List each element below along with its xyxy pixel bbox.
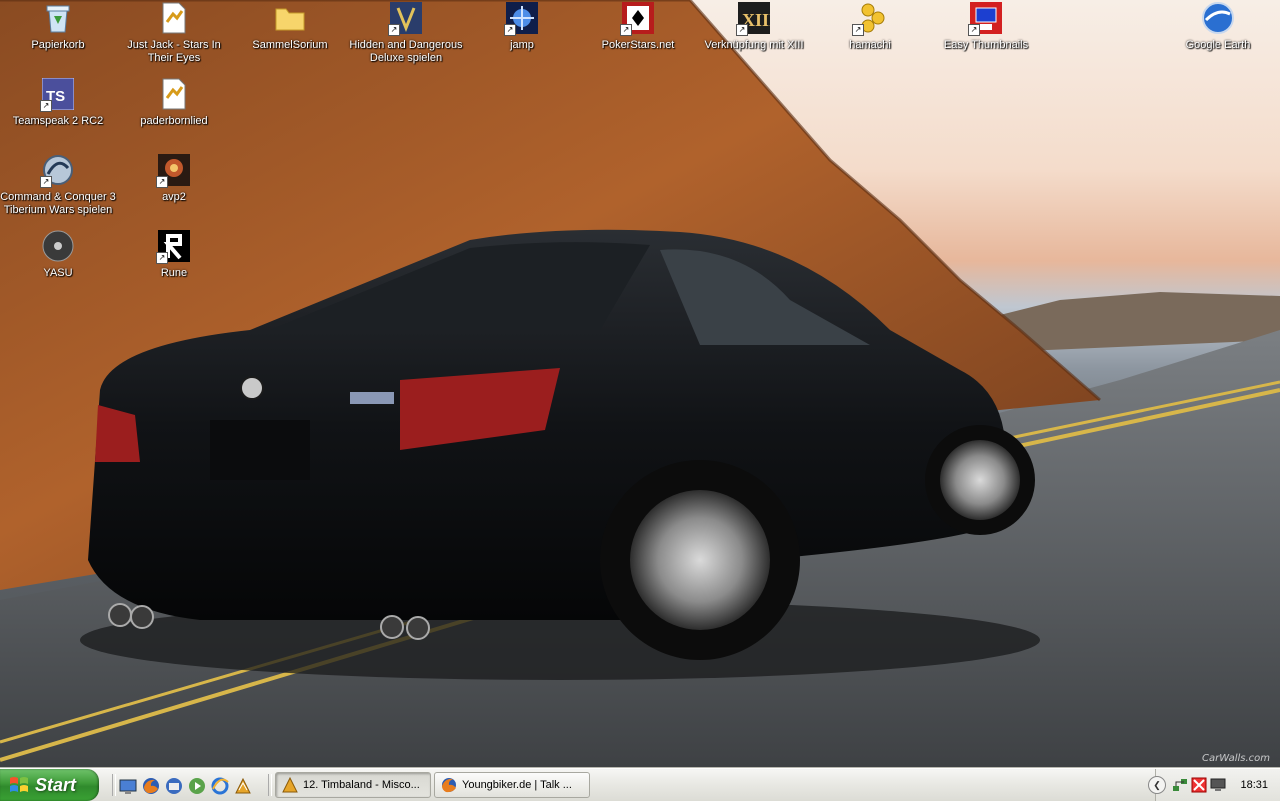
winamp-icon[interactable] [233,776,253,796]
desktop-icon-sammelsorium[interactable]: SammelSorium [232,2,348,52]
shortcut-arrow-icon: ↗ [852,24,864,36]
shortcut-arrow-icon: ↗ [968,24,980,36]
firefox-icon [442,778,456,793]
thunderbird-icon[interactable] [164,776,184,796]
desktop-icon-pokerstars[interactable]: ↗ PokerStars.net [580,2,696,52]
start-label: Start [35,774,77,795]
rune-icon: ↗ [156,230,190,264]
folder-icon [274,2,306,34]
desktop-icon-label: Easy Thumbnails [943,39,1029,51]
desktop-icon[interactable] [118,776,138,796]
desktop-icon-hamachi[interactable]: ↗ hamachi [812,2,928,52]
poker-icon: ↗ [620,2,654,36]
shortcut-arrow-icon: ↗ [156,176,168,188]
desktop-icon-label: Hidden and Dangerous Deluxe spielen [349,39,463,64]
shortcut-arrow-icon: ↗ [504,24,516,36]
desktop-icon-label: SammelSorium [252,39,328,51]
taskbar-button-label: 12. Timbaland - Misco... [303,779,420,791]
firefox-icon[interactable] [141,776,161,796]
desktop-icon-xiii[interactable]: XIII ↗ Verknüpfung mit XIII [696,2,812,52]
monitor-icon[interactable] [1210,777,1226,793]
game-shortcut-icon: XIII ↗ [736,2,770,36]
windows-logo-icon [10,777,28,792]
desktop-icon-label: PokerStars.net [601,39,675,51]
desktop-icon-label: paderbornlied [140,115,208,127]
quick-launch-separator [268,774,272,796]
desktop-icon-avp2[interactable]: ↗ avp2 [116,154,232,204]
taskbar: Start 12. Timbaland - Misco... Youngbike… [0,768,1280,801]
desktop-icon-label: Papierkorb [31,39,85,51]
desktop-icon-hidden-and-dangerous[interactable]: ↗ Hidden and Dangerous Deluxe spielen [348,2,464,65]
game-shortcut-icon: ↗ [504,2,538,36]
desktop-icon-yasu[interactable]: YASU [0,230,116,280]
media-player-icon[interactable] [187,776,207,796]
disc-icon [42,230,74,262]
network-icon[interactable] [1172,777,1188,793]
desktop-icon-label: Just Jack - Stars In Their Eyes [127,39,221,64]
desktop-icon-papierkorb[interactable]: Papierkorb [0,2,116,52]
shortcut-arrow-icon: ↗ [40,100,52,112]
internet-explorer-icon[interactable] [210,776,230,796]
start-button[interactable]: Start [0,769,99,801]
desktop-icon-label: Verknüpfung mit XIII [704,39,804,51]
media-file-icon [158,2,190,34]
teamspeak-icon: TS ↗ [40,78,74,112]
desktop-icon-just-jack[interactable]: Just Jack - Stars In Their Eyes [116,2,232,65]
shortcut-arrow-icon: ↗ [388,24,400,36]
desktop-icon-label: hamachi [849,39,891,51]
antivirus-icon[interactable] [1191,777,1207,793]
desktop-icon-label: Google Earth [1185,39,1251,51]
desktop-icon-label: avp2 [162,191,186,203]
media-file-icon [158,78,190,110]
desktop-icon-easy-thumbnails[interactable]: ↗ Easy Thumbnails [928,2,1044,52]
wallpaper-watermark: CarWalls.com [1202,753,1270,764]
desktop-icon-rune[interactable]: ↗ Rune [116,230,232,280]
chevron-left-icon[interactable]: ❮ [1148,776,1166,794]
quick-launch-bar [118,776,253,796]
game-shortcut-icon: ↗ [156,154,190,188]
recycle-bin-icon [42,2,74,34]
game-shortcut-icon: ↗ [388,2,422,36]
desktop-icon-teamspeak[interactable]: TS ↗ Teamspeak 2 RC2 [0,78,116,128]
shortcut-arrow-icon: ↗ [620,24,632,36]
desktop-icon-paderbornlied[interactable]: paderbornlied [116,78,232,128]
shortcut-arrow-icon: ↗ [40,176,52,188]
desktop-icon-label: jamp [510,39,534,51]
winamp-icon [282,777,298,793]
taskbar-button-winamp[interactable]: 12. Timbaland - Misco... [275,772,431,798]
desktop-icon-google-earth[interactable]: Google Earth [1160,2,1276,52]
quick-launch-separator [112,774,116,796]
shortcut-arrow-icon: ↗ [156,252,168,264]
system-tray: ❮ 18:31 [1148,769,1280,801]
desktop-icon-label: Command & Conquer 3 Tiberium Wars spiele… [0,191,116,216]
desktop-icon-command-and-conquer[interactable]: ↗ Command & Conquer 3 Tiberium Wars spie… [0,154,116,217]
shortcut-arrow-icon: ↗ [736,24,748,36]
taskbar-button-label: Youngbiker.de | Talk ... [462,779,572,791]
globe-icon [1202,2,1234,34]
desktop-icon-jamp[interactable]: ↗ jamp [464,2,580,52]
desktop-icon-label: Teamspeak 2 RC2 [12,115,104,127]
thumbnails-icon: ↗ [968,2,1002,36]
hamachi-icon: ↗ [852,2,886,36]
desktop-icon-label: YASU [43,267,73,279]
game-shortcut-icon: ↗ [40,154,74,188]
desktop-icon-label: Rune [160,267,188,279]
taskbar-button-firefox[interactable]: Youngbiker.de | Talk ... [434,772,590,798]
clock[interactable]: 18:31 [1240,779,1268,791]
